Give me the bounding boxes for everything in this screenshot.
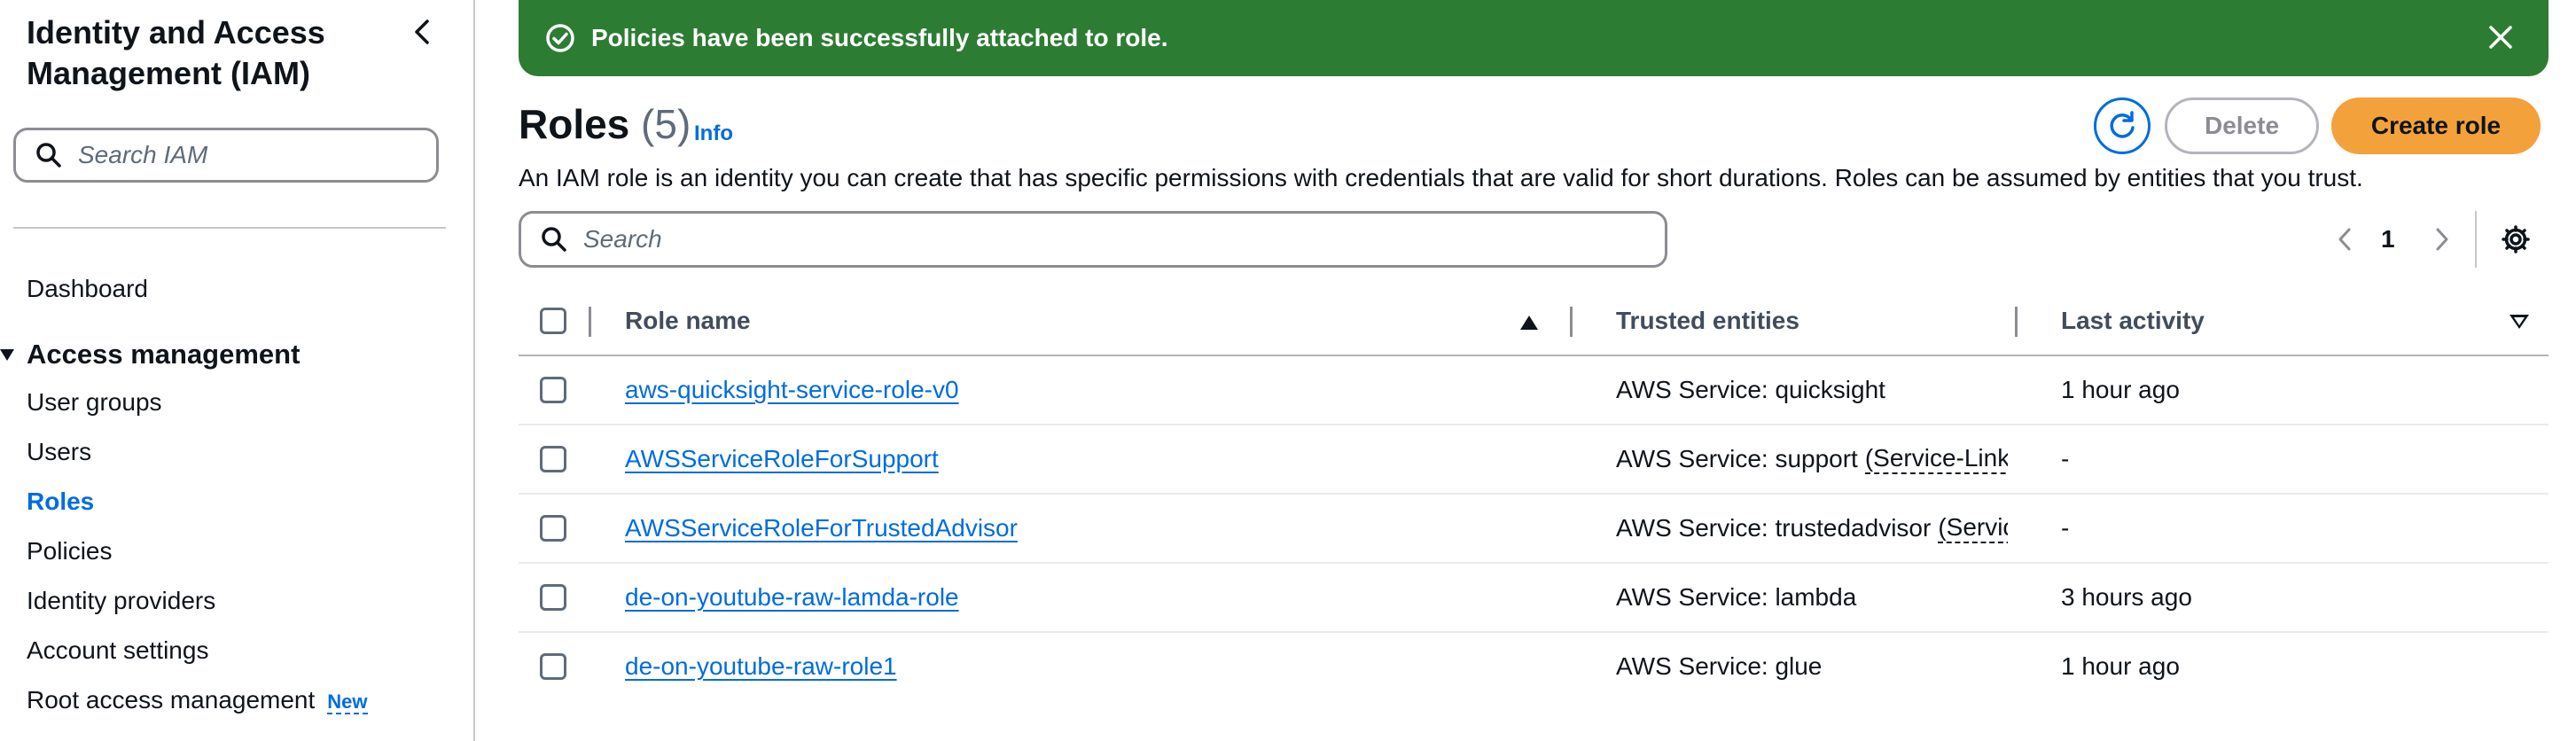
column-divider[interactable] (1570, 307, 1573, 337)
roles-table: Role name Trusted entities Last activity… (519, 287, 2549, 702)
sidebar-search[interactable] (13, 128, 439, 183)
table-row: AWSServiceRoleForTrustedAdvisor AWS Serv… (519, 495, 2549, 564)
table-row: de-on-youtube-raw-lamda-role AWS Service… (519, 564, 2549, 633)
sidebar: Identity and Access Management (IAM) Das… (0, 0, 475, 741)
delete-button[interactable]: Delete (2165, 98, 2319, 154)
sort-descending-icon[interactable] (2510, 315, 2529, 329)
row-checkbox[interactable] (540, 377, 566, 403)
roles-count: (5) (641, 101, 691, 147)
sidebar-title: Identity and Access Management (IAM) (27, 14, 325, 91)
sidebar-item-label: Root access management (27, 686, 316, 714)
refresh-icon (2110, 111, 2135, 138)
flash-message: Policies have been successfully attached… (591, 24, 1168, 51)
success-flash-banner: Policies have been successfully attached… (519, 0, 2549, 76)
page-title: Roles (5) (519, 99, 691, 149)
sidebar-search-input[interactable] (78, 141, 415, 169)
close-icon (2489, 26, 2512, 49)
sidebar-item-user-groups[interactable]: User groups (27, 387, 162, 417)
role-name-link[interactable]: AWSServiceRoleForTrustedAdvisor (625, 514, 1018, 542)
sidebar-item-dashboard[interactable]: Dashboard (27, 274, 148, 304)
check-circle-icon (546, 24, 574, 52)
last-activity: 3 hours ago (2061, 583, 2192, 611)
last-activity: 1 hour ago (2061, 652, 2180, 680)
search-icon (542, 227, 566, 252)
gear-icon (2502, 225, 2530, 254)
role-name-link[interactable]: de-on-youtube-raw-role1 (625, 652, 897, 681)
previous-page-button[interactable] (2331, 223, 2358, 255)
row-checkbox[interactable] (540, 653, 566, 680)
sidebar-item-account-settings[interactable]: Account settings (27, 636, 208, 666)
sort-ascending-icon[interactable] (1520, 316, 1538, 330)
sidebar-item-policies[interactable]: Policies (27, 536, 112, 566)
role-name-link[interactable]: aws-quicksight-service-role-v0 (625, 376, 959, 404)
table-row: de-on-youtube-raw-role1 AWS Service: glu… (519, 633, 2549, 702)
chevron-left-icon (2338, 228, 2351, 251)
column-divider[interactable] (2015, 307, 2018, 337)
dismiss-flash-button[interactable] (2483, 20, 2518, 55)
service-linked-label[interactable]: (Service (1938, 513, 2008, 543)
service-linked-label[interactable]: (Service-Linke (1864, 444, 2008, 474)
sidebar-item-root-access-management[interactable]: Root access management New (27, 685, 368, 717)
sidebar-item-roles[interactable]: Roles (27, 487, 94, 517)
table-row: aws-quicksight-service-role-v0 AWS Servi… (519, 356, 2549, 425)
select-all-checkbox[interactable] (540, 308, 566, 334)
collapse-sidebar-button[interactable] (404, 14, 440, 50)
new-badge: New (327, 690, 368, 714)
trusted-entity: AWS Service: support (1616, 445, 1858, 472)
chevron-left-icon (415, 20, 429, 44)
column-divider (589, 307, 591, 337)
last-activity: - (2061, 514, 2070, 542)
sidebar-section-access-management[interactable]: Access management (0, 338, 300, 371)
pagination-divider (2475, 211, 2477, 268)
row-checkbox[interactable] (540, 584, 566, 611)
role-name-link[interactable]: de-on-youtube-raw-lamda-role (625, 583, 959, 612)
page-title-text: Roles (519, 101, 630, 147)
last-activity: 1 hour ago (2061, 376, 2180, 403)
sidebar-section-label: Access management (27, 339, 301, 370)
row-checkbox[interactable] (540, 446, 566, 472)
trusted-entity: AWS Service: trustedadvisor (1616, 514, 1932, 542)
refresh-button[interactable] (2094, 98, 2151, 154)
caret-down-icon (0, 348, 14, 361)
column-header-trusted-entities[interactable]: Trusted entities (1616, 287, 1799, 355)
create-role-button[interactable]: Create role (2331, 98, 2541, 154)
column-header-last-activity[interactable]: Last activity (2061, 287, 2205, 355)
roles-search-input[interactable] (583, 225, 1629, 254)
last-activity: - (2061, 445, 2070, 472)
page-number[interactable]: 1 (2381, 223, 2395, 255)
column-header-role-name[interactable]: Role name (625, 287, 751, 355)
chevron-right-icon (2436, 228, 2448, 251)
search-icon (36, 143, 61, 168)
info-link[interactable]: Info (694, 121, 733, 146)
trusted-entity: AWS Service: glue (1616, 652, 1823, 680)
role-name-link[interactable]: AWSServiceRoleForSupport (625, 445, 939, 473)
sidebar-item-identity-providers[interactable]: Identity providers (27, 586, 215, 616)
row-checkbox[interactable] (540, 515, 566, 542)
page-description: An IAM role is an identity you can creat… (519, 164, 2363, 191)
table-settings-button[interactable] (2498, 222, 2533, 257)
sidebar-divider (13, 227, 446, 229)
table-row: AWSServiceRoleForSupport AWS Service: su… (519, 425, 2549, 495)
table-header-row: Role name Trusted entities Last activity (519, 287, 2549, 356)
trusted-entity: AWS Service: lambda (1616, 583, 1857, 611)
sidebar-item-users[interactable]: Users (27, 437, 91, 467)
trusted-entity: AWS Service: quicksight (1616, 376, 1885, 403)
next-page-button[interactable] (2429, 223, 2455, 255)
roles-search[interactable] (519, 211, 1667, 268)
